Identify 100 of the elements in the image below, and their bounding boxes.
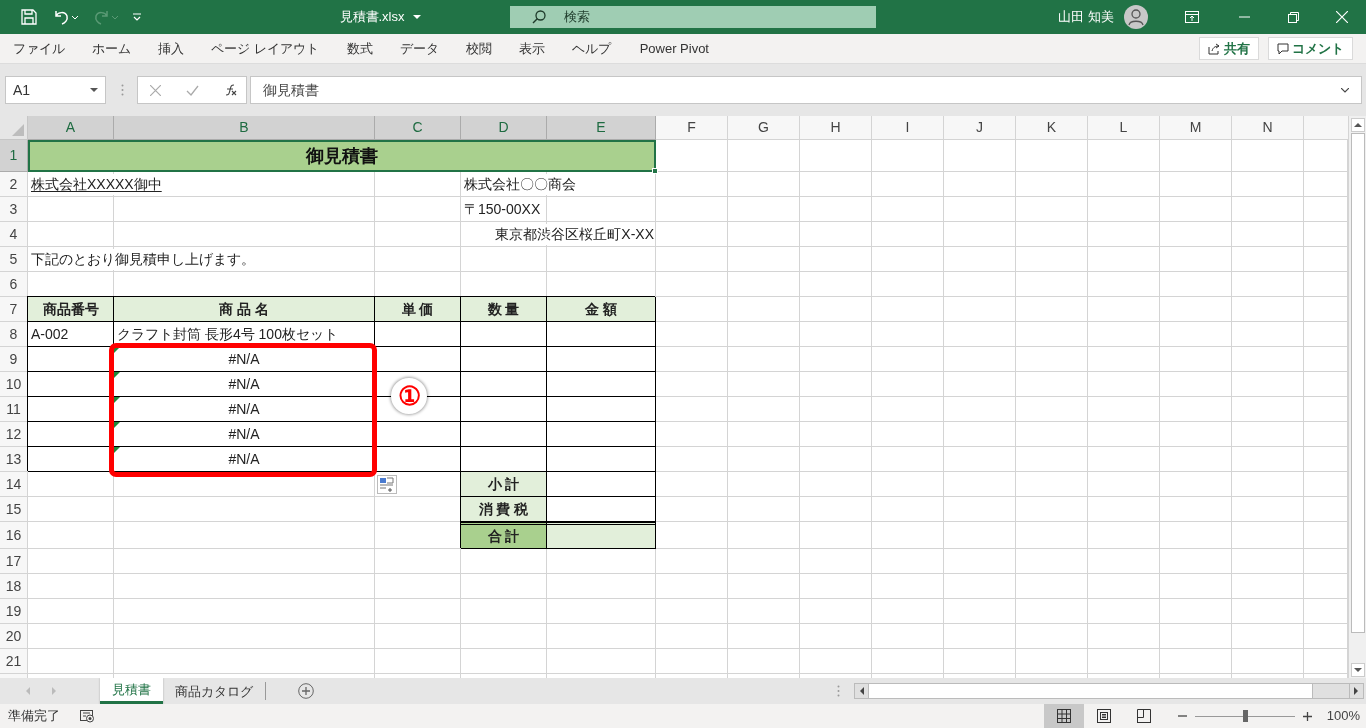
search-field[interactable]: 検索 <box>510 6 876 28</box>
column-header[interactable]: I <box>872 116 944 140</box>
header-cell: 商 品 名 <box>114 297 375 322</box>
row-header[interactable]: 20 <box>0 624 28 649</box>
ribbon-tab[interactable]: ホーム <box>92 38 131 59</box>
ribbon-tab[interactable]: Power Pivot <box>639 38 709 59</box>
grip-icon <box>121 84 124 96</box>
row-header[interactable]: 1 <box>0 140 28 172</box>
cell-text: 株式会社〇〇商会 <box>464 174 576 195</box>
column-header[interactable]: D <box>461 116 547 140</box>
row-header[interactable]: 16 <box>0 522 28 549</box>
ribbon-tab[interactable]: 数式 <box>346 38 373 59</box>
row-header[interactable]: 11 <box>0 397 28 422</box>
add-sheet-icon[interactable] <box>298 683 314 699</box>
ribbon-tab[interactable]: ファイル <box>0 38 65 59</box>
row-header[interactable]: 17 <box>0 549 28 574</box>
enter-icon <box>186 84 199 96</box>
ribbon-tab[interactable]: 挿入 <box>158 38 184 59</box>
header-cell: 数 量 <box>461 297 547 322</box>
label-cell: 合 計 <box>461 522 547 549</box>
caret-icon[interactable] <box>90 87 98 93</box>
comment-button[interactable]: コメント <box>1268 37 1353 60</box>
share-button[interactable]: 共有 <box>1199 37 1259 60</box>
scroll-up-icon[interactable] <box>1350 118 1365 132</box>
row-header[interactable]: 6 <box>0 272 28 297</box>
formula-field[interactable]: 御見積書 <box>250 76 1362 104</box>
fill-handle[interactable] <box>652 168 658 174</box>
column-header[interactable]: F <box>656 116 728 140</box>
file-name[interactable]: 見積書.xlsx <box>339 7 405 27</box>
customize-icon[interactable] <box>132 12 142 22</box>
ribbon-tab[interactable]: データ <box>399 38 439 59</box>
restore-icon[interactable] <box>1288 11 1299 23</box>
row-header[interactable]: 10 <box>0 372 28 397</box>
vertical-scrollbar[interactable] <box>1348 116 1366 678</box>
row-header[interactable]: 18 <box>0 574 28 599</box>
column-header[interactable]: G <box>728 116 800 140</box>
row-header[interactable]: 15 <box>0 497 28 522</box>
column-header[interactable]: K <box>1016 116 1088 140</box>
header-cell: 金 額 <box>547 297 656 322</box>
zoom-thumb[interactable] <box>1242 710 1248 722</box>
scroll-down-icon[interactable] <box>1350 663 1365 677</box>
view-button[interactable] <box>1043 704 1084 728</box>
zoom-level[interactable]: 100% <box>1326 706 1360 726</box>
save-icon[interactable] <box>20 8 38 26</box>
close-icon[interactable] <box>1336 11 1348 23</box>
ribbon-tab[interactable]: 校閲 <box>465 38 492 59</box>
name-box[interactable]: A1 <box>5 76 106 104</box>
scroll-thumb[interactable] <box>1350 133 1365 633</box>
column-header[interactable]: J <box>944 116 1016 140</box>
paste-options-icon[interactable] <box>377 475 397 494</box>
share-icon <box>1208 42 1220 55</box>
row-header[interactable]: 12 <box>0 422 28 447</box>
header-cell: 単 価 <box>375 297 461 322</box>
label-cell: 消 費 税 <box>461 497 547 522</box>
column-header[interactable]: A <box>28 116 114 140</box>
row-header[interactable]: 14 <box>0 472 28 497</box>
column-header[interactable]: B <box>114 116 375 140</box>
column-header[interactable]: E <box>547 116 656 140</box>
header-cell: 商品番号 <box>28 297 114 322</box>
row-header[interactable]: 9 <box>0 347 28 372</box>
function-icon[interactable] <box>224 84 237 96</box>
title-cell: 御見積書 <box>28 140 656 172</box>
row-header[interactable]: 13 <box>0 447 28 472</box>
row-header[interactable]: 21 <box>0 649 28 674</box>
column-header[interactable]: C <box>375 116 461 140</box>
grip-icon <box>837 685 840 697</box>
row-header[interactable]: 3 <box>0 197 28 222</box>
ribbon-display-icon[interactable] <box>1185 11 1199 23</box>
zoom-in-icon[interactable] <box>1302 711 1312 721</box>
row-header[interactable]: 5 <box>0 247 28 272</box>
sheet-tab[interactable]: 商品カタログ <box>163 682 266 700</box>
macro-record-icon[interactable] <box>80 709 95 723</box>
ribbon-tab[interactable]: 表示 <box>518 38 545 59</box>
status-text: 準備完了 <box>8 707 60 726</box>
page-break-icon <box>1136 709 1151 723</box>
expand-icon[interactable] <box>1341 87 1349 93</box>
column-header[interactable]: L <box>1088 116 1160 140</box>
horizontal-scrollbar[interactable] <box>854 683 1364 699</box>
column-header[interactable]: N <box>1232 116 1304 140</box>
user-name[interactable]: 山田 知美 <box>1058 7 1114 27</box>
caret-icon[interactable] <box>412 14 421 20</box>
ribbon-tab[interactable]: ページ レイアウト <box>211 38 319 59</box>
row-header[interactable]: 2 <box>0 172 28 197</box>
scroll-thumb[interactable] <box>869 684 1313 698</box>
normal-view-icon <box>1056 709 1071 723</box>
row-header[interactable]: 19 <box>0 599 28 624</box>
column-header[interactable]: M <box>1160 116 1232 140</box>
avatar-icon[interactable] <box>1124 5 1148 29</box>
row-header[interactable]: 8 <box>0 322 28 347</box>
sheet-tab[interactable]: 見積書 <box>100 678 163 704</box>
column-header[interactable]: H <box>800 116 872 140</box>
search-icon <box>532 10 546 24</box>
ribbon-tab[interactable]: ヘルプ <box>571 38 611 59</box>
undo-icon[interactable] <box>52 8 78 26</box>
comment-icon <box>1277 42 1289 55</box>
cell-text: 株式会社XXXXX御中 <box>31 174 162 195</box>
zoom-slider[interactable] <box>1194 710 1295 722</box>
row-header[interactable]: 4 <box>0 222 28 247</box>
table-cell: A-002 <box>28 322 114 347</box>
row-header[interactable]: 7 <box>0 297 28 322</box>
